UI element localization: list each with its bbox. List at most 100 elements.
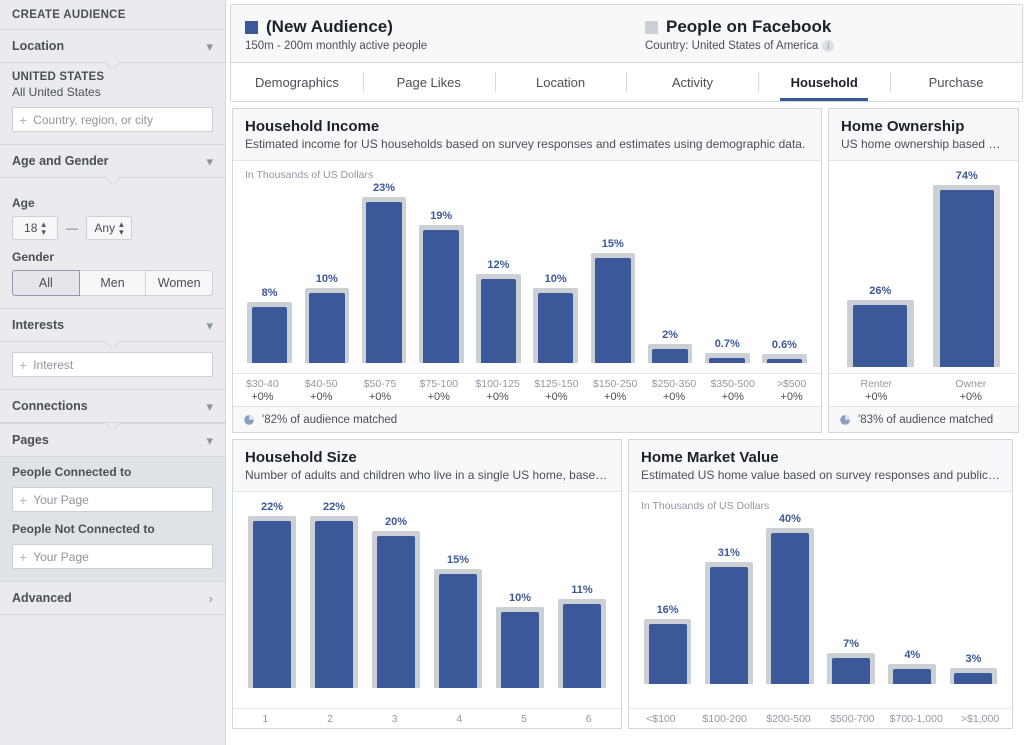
tab-household[interactable]: Household bbox=[758, 63, 890, 102]
bar-group[interactable]: 7% bbox=[821, 512, 882, 685]
info-icon[interactable]: i bbox=[822, 40, 835, 52]
audience-bar bbox=[766, 359, 803, 364]
bar-group[interactable]: 22% bbox=[241, 500, 303, 689]
bar-group[interactable]: 10% bbox=[527, 181, 584, 364]
charts-row-bottom: Household Size Number of adults and chil… bbox=[226, 433, 1027, 730]
bar-stack bbox=[759, 528, 820, 685]
bar-group[interactable]: 11% bbox=[551, 500, 613, 689]
audience-bar bbox=[537, 293, 574, 364]
tab-demographics[interactable]: Demographics bbox=[231, 63, 363, 101]
bar-group[interactable]: 20% bbox=[365, 500, 427, 689]
location-input[interactable]: + Country, region, or city bbox=[12, 107, 213, 132]
x-axis-delta: +0% bbox=[427, 391, 450, 404]
chart-card-household-size: Household Size Number of adults and chil… bbox=[232, 439, 622, 730]
sidebar-section-advanced[interactable]: Advanced › bbox=[0, 581, 225, 615]
x-axis-delta: +0% bbox=[721, 391, 744, 404]
sidebar-section-connections[interactable]: Connections ▾ bbox=[0, 389, 225, 423]
tab-activity[interactable]: Activity bbox=[626, 63, 758, 101]
comparison-swatch-icon bbox=[645, 20, 658, 34]
x-axis-tick: $40-50 +0% bbox=[292, 374, 351, 406]
audience-bar bbox=[709, 567, 748, 685]
tab-location[interactable]: Location bbox=[494, 63, 627, 101]
chevron-down-icon: ▾ bbox=[206, 38, 213, 54]
bar-group[interactable]: 15% bbox=[584, 181, 641, 364]
chart-title: Household Size bbox=[245, 449, 357, 467]
panel-notch bbox=[106, 423, 120, 430]
bar-group[interactable]: 8% bbox=[241, 181, 298, 364]
bar-value-label: 10% bbox=[544, 273, 567, 286]
bar-stack bbox=[698, 562, 759, 685]
gender-option-men[interactable]: Men bbox=[79, 270, 147, 296]
x-axis-tick: Renter +0% bbox=[829, 374, 924, 406]
bar-stack bbox=[365, 531, 427, 689]
plus-icon: + bbox=[19, 548, 28, 565]
bar-stack bbox=[303, 516, 365, 689]
sidebar-section-age-gender[interactable]: Age and Gender ▾ bbox=[0, 144, 225, 178]
sidebar-section-interests[interactable]: Interests ▾ bbox=[0, 308, 225, 342]
bar-group[interactable]: 3% bbox=[943, 512, 1004, 685]
bar-stack bbox=[470, 274, 527, 364]
chart-card-home-ownership: Home Ownership US home ownership based o… bbox=[828, 108, 1019, 434]
bar-group[interactable]: 19% bbox=[413, 181, 470, 364]
tab-purchase[interactable]: Purchase bbox=[890, 63, 1022, 101]
x-axis-category: 6 bbox=[585, 713, 592, 726]
bar-stack bbox=[489, 607, 551, 689]
audience-subtitle: 150m - 200m monthly active people bbox=[245, 40, 428, 52]
bar-group[interactable]: 10% bbox=[298, 181, 355, 364]
bar-group[interactable]: 10% bbox=[489, 500, 551, 689]
x-axis-category: $40-50 bbox=[304, 378, 338, 391]
sidebar-section-pages[interactable]: Pages ▾ bbox=[0, 423, 225, 457]
bar-group[interactable]: 0.6% bbox=[756, 181, 813, 364]
people-connected-label: People Connected to bbox=[12, 465, 132, 479]
bar-value-label: 23% bbox=[372, 182, 396, 195]
bar-stack bbox=[924, 185, 1011, 368]
interest-input[interactable]: + Interest bbox=[12, 352, 213, 377]
audience-bar bbox=[252, 521, 292, 689]
audience-bar bbox=[562, 604, 602, 689]
sidebar-title: CREATE AUDIENCE bbox=[12, 9, 126, 21]
chart-title: Home Ownership bbox=[841, 118, 965, 136]
x-axis-tick: Owner +0% bbox=[924, 374, 1019, 406]
age-min-stepper[interactable]: 18 ▴ ▾ bbox=[12, 216, 58, 240]
bar-group[interactable]: 0.7% bbox=[699, 181, 756, 364]
panel-notch bbox=[106, 177, 120, 184]
bar-group[interactable]: 26% bbox=[837, 169, 924, 368]
interests-panel: + Interest bbox=[0, 342, 225, 389]
people-connected-input[interactable]: + Your Page bbox=[12, 487, 213, 512]
gender-option-all[interactable]: All bbox=[12, 270, 80, 296]
bar-value-label: 19% bbox=[430, 210, 453, 223]
bar-group[interactable]: 16% bbox=[637, 512, 698, 685]
age-max-stepper[interactable]: Any ▴ ▾ bbox=[86, 216, 132, 240]
create-audience-sidebar: CREATE AUDIENCE Location ▾ UNITED STATES… bbox=[0, 0, 226, 745]
x-axis-tick: >$1,000 bbox=[948, 709, 1012, 728]
bar-group[interactable]: 12% bbox=[470, 181, 527, 364]
people-not-connected-input[interactable]: + Your Page bbox=[12, 544, 213, 569]
bar-plot: 22% 22% 20% 15% 10% 11% bbox=[241, 500, 613, 689]
bar-group[interactable]: 2% bbox=[641, 181, 698, 364]
bar-stack bbox=[241, 516, 303, 689]
bar-group[interactable]: 4% bbox=[882, 512, 943, 685]
x-axis-delta: +0% bbox=[486, 391, 509, 404]
tab-page-likes[interactable]: Page Likes bbox=[362, 63, 495, 101]
bar-value-label: 26% bbox=[869, 285, 892, 298]
bar-value-label: 3% bbox=[965, 653, 982, 666]
chart-units-note: In Thousands of US Dollars bbox=[245, 169, 374, 182]
sidebar-section-location[interactable]: Location ▾ bbox=[0, 29, 225, 63]
bar-group[interactable]: 31% bbox=[698, 512, 759, 685]
gender-option-women[interactable]: Women bbox=[146, 270, 214, 296]
bar-value-label: 8% bbox=[261, 287, 278, 300]
age-range-dash: — bbox=[66, 221, 78, 235]
stepper-arrows-icon: ▴ ▾ bbox=[119, 219, 124, 237]
bar-group[interactable]: 40% bbox=[759, 512, 820, 685]
bar-group[interactable]: 23% bbox=[355, 181, 412, 364]
audience-name: (New Audience) bbox=[266, 17, 393, 36]
audience-bar bbox=[595, 258, 631, 364]
bar-stack bbox=[241, 302, 298, 364]
comparison-legend-block: People on Facebook Country: United State… bbox=[645, 17, 835, 52]
x-axis-tick: $50-75 +0% bbox=[351, 374, 410, 406]
bar-group[interactable]: 15% bbox=[427, 500, 489, 689]
interest-input-placeholder: Interest bbox=[33, 357, 74, 372]
bar-group[interactable]: 22% bbox=[303, 500, 365, 689]
bar-group[interactable]: 74% bbox=[924, 169, 1011, 368]
chart-subtitle: US home ownership based o… bbox=[841, 137, 1006, 152]
